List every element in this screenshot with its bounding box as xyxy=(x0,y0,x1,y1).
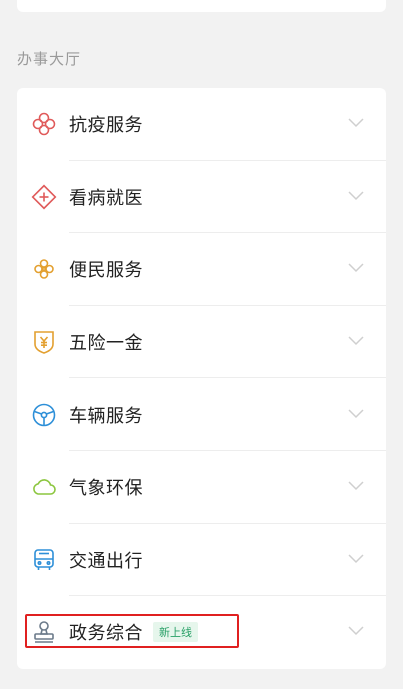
section-title: 办事大厅 xyxy=(17,50,82,68)
chevron-down-icon xyxy=(348,336,364,346)
highlight-box xyxy=(25,614,239,648)
service-item-label: 五险一金 xyxy=(69,333,143,355)
service-item-anti-epidemic[interactable]: 抗疫服务 xyxy=(17,88,386,161)
chevron-down-icon xyxy=(348,626,364,636)
service-item-convenience[interactable]: 便民服务 xyxy=(17,233,386,306)
previous-card xyxy=(17,0,386,12)
service-item-vehicle[interactable]: 车辆服务 xyxy=(17,378,386,451)
service-item-transport[interactable]: 交通出行 xyxy=(17,524,386,597)
chevron-down-icon xyxy=(348,263,364,273)
medical-cross-icon xyxy=(31,184,57,210)
chevron-down-icon xyxy=(348,481,364,491)
chevron-down-icon xyxy=(348,191,364,201)
chevron-down-icon xyxy=(348,118,364,128)
service-item-weather[interactable]: 气象环保 xyxy=(17,451,386,524)
service-list: 抗疫服务 看病就医 便民服务 五险一金 车辆服务 气象环保 交通出行 政务综合 … xyxy=(17,88,386,669)
service-item-label: 交通出行 xyxy=(69,550,143,572)
chevron-down-icon xyxy=(348,409,364,419)
service-item-label: 看病就医 xyxy=(69,187,143,209)
yuan-shield-icon xyxy=(31,329,57,355)
bus-icon xyxy=(31,547,57,573)
service-item-label: 便民服务 xyxy=(69,260,143,282)
chevron-down-icon xyxy=(348,554,364,564)
steering-wheel-icon xyxy=(31,402,57,428)
service-item-label: 抗疫服务 xyxy=(69,115,143,137)
cloud-icon xyxy=(31,474,57,500)
service-item-label: 气象环保 xyxy=(69,478,143,500)
flower-icon xyxy=(31,111,57,137)
service-item-social-insurance[interactable]: 五险一金 xyxy=(17,306,386,379)
service-item-label: 车辆服务 xyxy=(69,405,143,427)
service-item-medical[interactable]: 看病就医 xyxy=(17,161,386,234)
clover-icon xyxy=(31,256,57,282)
